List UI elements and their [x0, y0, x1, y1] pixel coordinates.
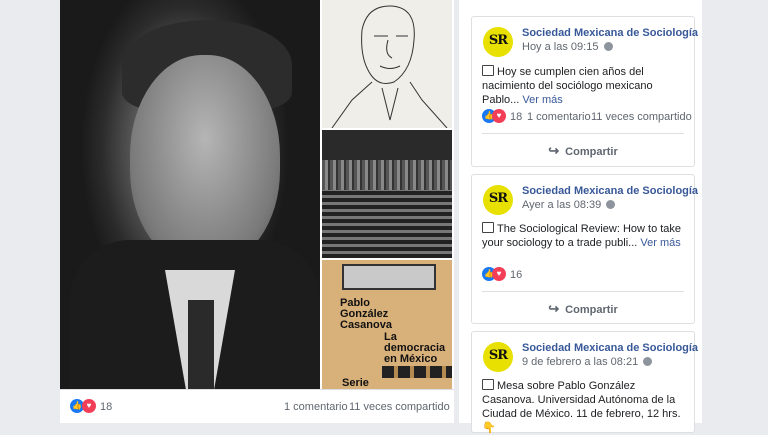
see-more-link[interactable]: Ver más — [640, 237, 680, 249]
post-timestamp[interactable]: Hoy a las 09:15 — [522, 41, 613, 53]
post-text: Hoy se cumplen cien años del nacimiento … — [482, 65, 653, 106]
divider — [482, 133, 684, 134]
sketch-drawing — [331, 5, 448, 128]
reaction-count[interactable]: 16 — [510, 269, 522, 281]
love-icon: ♥ — [492, 109, 506, 123]
link-icon — [482, 222, 494, 233]
share-icon: ↪ — [548, 301, 560, 316]
book-author-line3: Casanova — [340, 319, 392, 331]
love-icon: ♥ — [492, 267, 506, 281]
photo-face — [130, 55, 280, 265]
share-icon: ↪ — [548, 143, 560, 158]
love-icon: ♥ — [82, 399, 96, 413]
post-text: The Sociological Review: How to take you… — [482, 222, 682, 249]
photo-post-card: Pablo González Casanova La democracia en… — [60, 0, 454, 423]
share-button[interactable]: ↪ Compartir — [472, 301, 694, 317]
portrait-photo[interactable] — [60, 0, 320, 389]
globe-icon — [603, 42, 613, 51]
page-avatar[interactable]: SR — [483, 342, 513, 372]
book-title-line3: en México — [384, 354, 452, 365]
calendar-icon — [482, 379, 494, 390]
sketch-thumbnail[interactable] — [322, 0, 452, 128]
comment-count[interactable]: 1 comentario — [527, 111, 591, 123]
comment-count[interactable]: 1 comentario — [284, 401, 348, 413]
reaction-count[interactable]: 18 — [100, 401, 112, 413]
reaction-count[interactable]: 18 — [510, 111, 522, 123]
page-avatar[interactable]: SR — [483, 185, 513, 215]
share-count[interactable]: 11 veces compartido — [349, 401, 450, 413]
post-text: Mesa sobre Pablo González Casanova. Univ… — [482, 379, 681, 434]
book-cover-thumbnail[interactable]: Pablo González Casanova La democracia en… — [322, 260, 452, 389]
book-scale-illustration — [342, 264, 436, 290]
post-timestamp[interactable]: Ayer a las 08:39 — [522, 199, 616, 211]
page-avatar[interactable]: SR — [483, 27, 513, 57]
see-more-link[interactable]: Ver más — [522, 94, 562, 106]
feed-post: SR Sociedad Mexicana de Sociología Hoy a… — [471, 16, 698, 167]
page-name-link[interactable]: Sociedad Mexicana de Sociología — [522, 27, 698, 39]
crowd-people — [322, 190, 452, 258]
crowd-stage — [322, 130, 452, 160]
globe-icon — [606, 200, 616, 209]
crowd-thumbnail[interactable] — [322, 130, 452, 258]
feed-post: SR Sociedad Mexicana de Sociología Ayer … — [471, 174, 698, 324]
page-name-link[interactable]: Sociedad Mexicana de Sociología — [522, 185, 698, 197]
share-button[interactable]: ↪ Compartir — [472, 143, 694, 159]
laptop-icon — [482, 65, 494, 76]
book-series-label: Serie — [342, 377, 369, 389]
feed-post: SR Sociedad Mexicana de Sociología 9 de … — [471, 331, 698, 434]
page-feed: SR Sociedad Mexicana de Sociología Hoy a… — [459, 0, 702, 434]
divider — [482, 291, 684, 292]
book-bottles — [382, 366, 452, 378]
globe-icon — [643, 357, 653, 366]
photo-tie — [188, 300, 214, 389]
page-name-link[interactable]: Sociedad Mexicana de Sociología — [522, 342, 698, 354]
main-reaction-bar: 👍 ♥ 18 1 comentario 11 veces compartido — [60, 389, 454, 424]
share-count[interactable]: 11 veces compartido — [591, 111, 692, 123]
post-timestamp[interactable]: 9 de febrero a las 08:21 — [522, 356, 653, 368]
